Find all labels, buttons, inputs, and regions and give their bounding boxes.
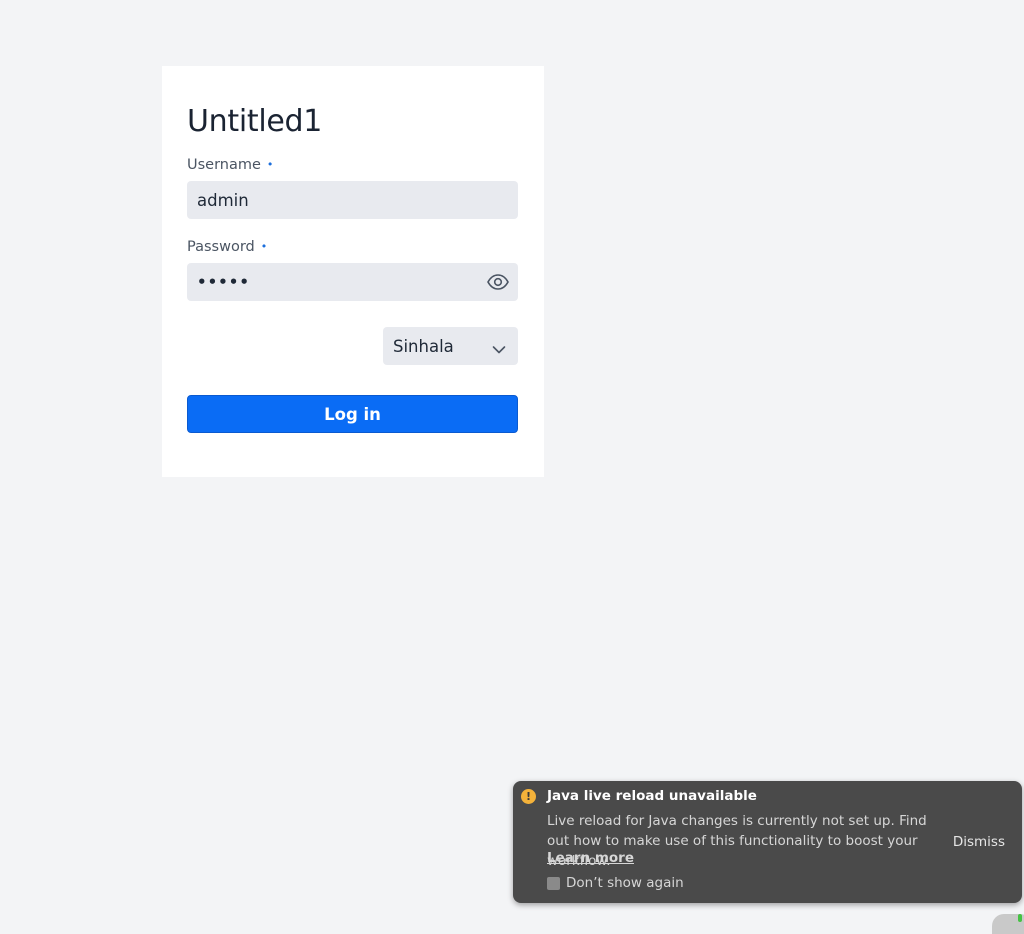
- username-label: Username •: [187, 157, 273, 173]
- page-title: Untitled1: [187, 104, 323, 139]
- password-label-text: Password: [187, 239, 255, 255]
- dont-show-again-checkbox[interactable]: Don’t show again: [547, 875, 684, 891]
- warning-icon: !: [521, 789, 536, 804]
- checkbox-box[interactable]: [547, 876, 560, 890]
- status-dot: [1018, 914, 1022, 922]
- required-indicator: •: [260, 240, 268, 253]
- learn-more-link[interactable]: Learn more: [547, 850, 634, 866]
- toast-title: Java live reload unavailable: [547, 788, 757, 804]
- dismiss-button[interactable]: Dismiss: [953, 834, 1005, 850]
- username-value: admin: [197, 190, 249, 210]
- login-button[interactable]: Log in: [187, 395, 518, 433]
- required-indicator: •: [266, 158, 274, 171]
- password-value: •••••: [197, 273, 250, 291]
- password-label: Password •: [187, 239, 267, 255]
- dont-show-again-label: Don’t show again: [566, 875, 684, 891]
- chevron-down-icon: [492, 340, 506, 354]
- username-input[interactable]: admin: [187, 181, 518, 219]
- language-value: Sinhala: [393, 336, 454, 356]
- username-label-text: Username: [187, 157, 261, 173]
- password-input[interactable]: •••••: [187, 263, 518, 301]
- language-select[interactable]: Sinhala: [383, 327, 518, 365]
- login-card: Untitled1 Username • admin Password • ••••…: [162, 66, 544, 477]
- notification-toast: ! Java live reload unavailable Live relo…: [513, 781, 1022, 903]
- eye-icon[interactable]: [487, 272, 509, 292]
